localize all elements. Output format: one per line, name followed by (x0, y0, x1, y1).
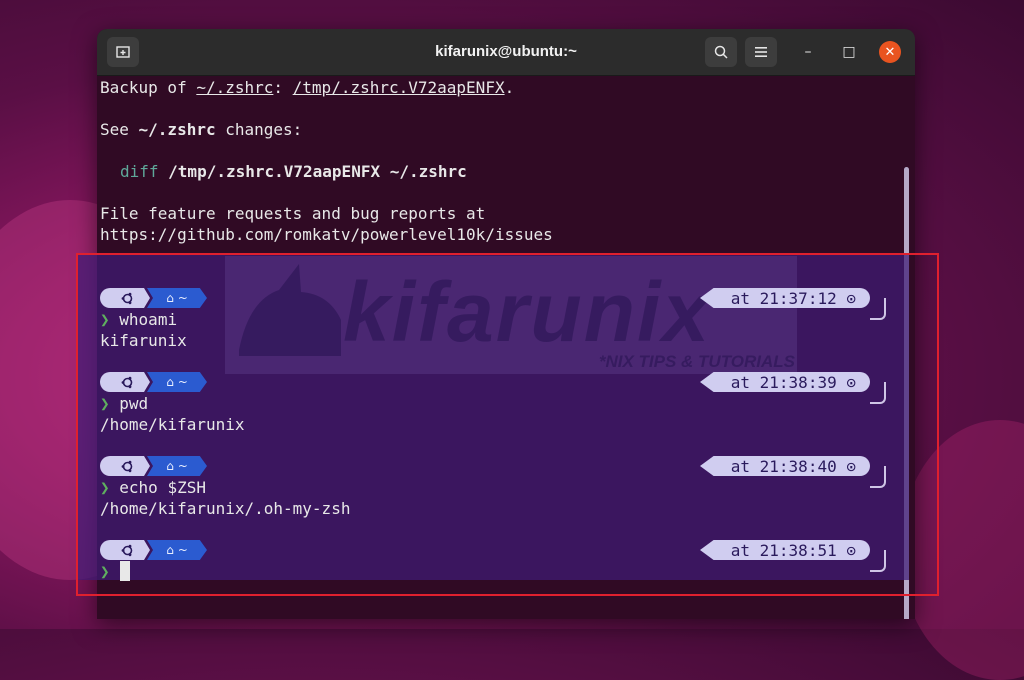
window-title: kifarunix@ubuntu:~ (435, 43, 577, 60)
maximize-button[interactable]: □ (838, 41, 860, 63)
title-bar: kifarunix@ubuntu:~ – □ ✕ (97, 29, 915, 76)
hamburger-menu-icon (755, 47, 767, 57)
minimize-button[interactable]: – (797, 41, 819, 63)
menu-button[interactable] (745, 37, 777, 67)
search-button[interactable] (705, 37, 737, 67)
backup-line: Backup of ~/.zshrc: /tmp/.zshrc.V72aapEN… (100, 78, 515, 97)
see-changes-line: See ~/.zshrc changes: (100, 120, 303, 139)
search-icon (714, 45, 728, 59)
report-line-2[interactable]: https://github.com/romkatv/powerlevel10k… (100, 224, 553, 245)
report-line-1: File feature requests and bug reports at (100, 204, 486, 223)
highlight-box (76, 253, 939, 596)
diff-line: diff /tmp/.zshrc.V72aapENFX ~/.zshrc (120, 162, 467, 181)
close-button[interactable]: ✕ (879, 41, 901, 63)
